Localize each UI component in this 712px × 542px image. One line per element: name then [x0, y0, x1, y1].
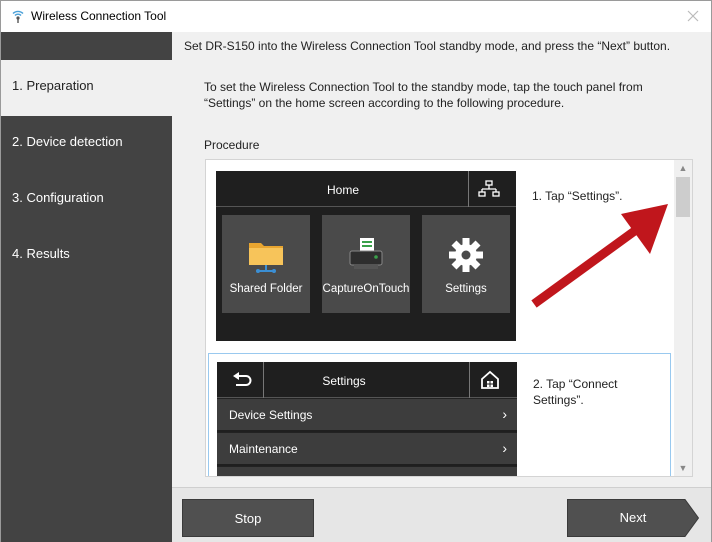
tile-label: Settings [445, 283, 487, 295]
chevron-right-icon: › [502, 406, 507, 422]
menu-row-label: Maintenance [229, 442, 298, 456]
tile-shared-folder: Shared Folder [222, 215, 310, 313]
wireless-icon [12, 10, 24, 23]
sidebar-item-results: 4. Results [1, 228, 172, 284]
procedure-step-2: Settings Device Settings › Maintenance ›… [208, 353, 671, 476]
network-icon [478, 180, 500, 197]
app-window: Wireless Connection Tool 1. Preparation … [0, 0, 712, 542]
screen-header: Settings [217, 362, 517, 398]
chevron-right-icon: › [502, 440, 507, 456]
sidebar-item-configuration: 3. Configuration [1, 172, 172, 228]
footer-bar: Stop Next [172, 487, 711, 542]
menu-row-partial [217, 466, 517, 476]
red-arrow-icon [531, 204, 668, 308]
home-icon [481, 370, 499, 389]
menu-row-label: Device Settings [229, 408, 313, 422]
settings-screen-image: Settings Device Settings › Maintenance › [217, 362, 517, 476]
instruction-text: Set DR-S150 into the Wireless Connection… [184, 39, 671, 53]
home-screen-image: Home Shared Folder CaptureOnTouch Settin… [216, 171, 516, 341]
next-button[interactable]: Next [567, 499, 699, 537]
sidebar-item-device-detection: 2. Device detection [1, 116, 172, 172]
step-sidebar: 1. Preparation 2. Device detection 3. Co… [1, 32, 172, 542]
procedure-panel[interactable]: Home Shared Folder CaptureOnTouch Settin… [205, 159, 693, 477]
scroll-up-icon[interactable]: ▲ [674, 160, 692, 176]
tile-label: Shared Folder [229, 283, 303, 295]
tile-settings: Settings [422, 215, 510, 313]
sidebar-item-preparation: 1. Preparation [1, 60, 172, 116]
next-button-label: Next [619, 510, 647, 525]
folder-icon [249, 243, 283, 273]
screen-header-title: Settings [322, 374, 366, 388]
sidebar-item-label: 2. Device detection [12, 134, 123, 149]
procedure-step-1: Home Shared Folder CaptureOnTouch Settin… [208, 162, 671, 350]
vertical-scrollbar[interactable]: ▲ ▼ [674, 160, 692, 476]
gear-icon [449, 238, 483, 272]
stop-button[interactable]: Stop [182, 499, 314, 537]
sidebar-item-label: 3. Configuration [12, 190, 104, 205]
title-bar: Wireless Connection Tool [1, 1, 711, 32]
close-icon[interactable] [683, 6, 703, 26]
tile-captureontouch: CaptureOnTouch [322, 215, 410, 313]
step-2-text: 2. Tap “Connect Settings”. [533, 377, 618, 407]
sidebar-item-label: 4. Results [12, 246, 70, 261]
tile-label: CaptureOnTouch [322, 283, 410, 295]
procedure-label: Procedure [204, 138, 260, 152]
scroll-down-icon[interactable]: ▼ [674, 460, 692, 476]
scanner-icon [349, 238, 383, 269]
window-title: Wireless Connection Tool [31, 9, 167, 23]
menu-row-device-settings: Device Settings › [217, 398, 517, 430]
menu-row-maintenance: Maintenance › [217, 432, 517, 464]
screen-header: Home [216, 171, 516, 207]
scrollbar-thumb[interactable] [676, 177, 690, 217]
description-text: To set the Wireless Connection Tool to t… [204, 80, 643, 110]
screen-header-title: Home [326, 183, 359, 197]
sidebar-item-label: 1. Preparation [12, 78, 94, 93]
main-content: Set DR-S150 into the Wireless Connection… [172, 32, 711, 487]
